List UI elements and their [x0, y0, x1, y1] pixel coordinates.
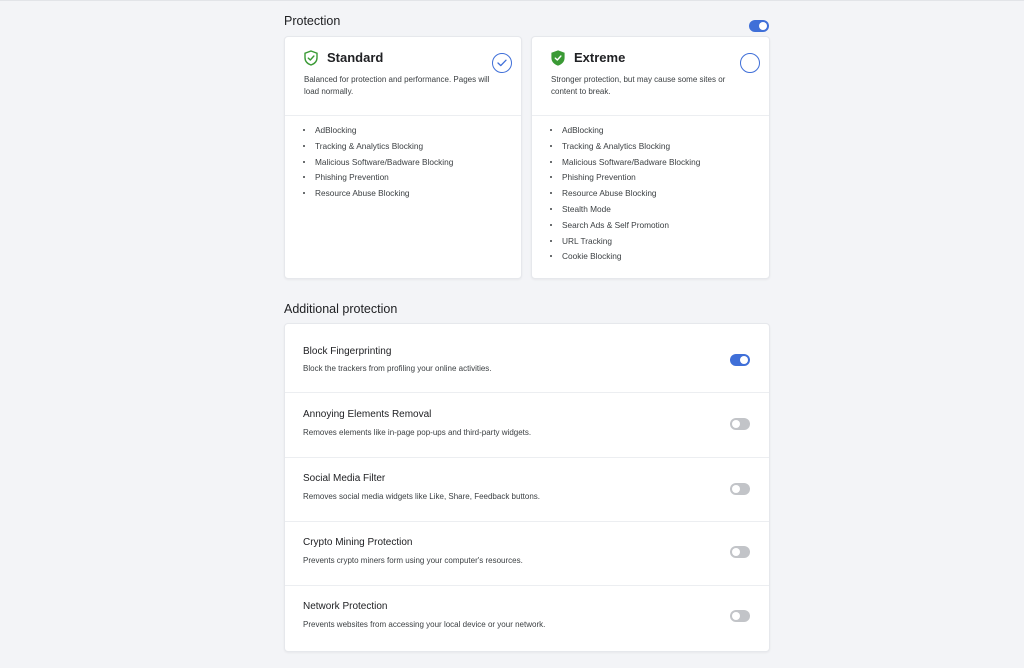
standard-radio[interactable] — [492, 53, 512, 73]
feature-item: Resource Abuse Blocking — [550, 187, 769, 203]
check-icon — [497, 59, 507, 67]
feature-item: AdBlocking — [550, 124, 769, 140]
toggle-knob — [732, 548, 740, 556]
feature-item: Malicious Software/Badware Blocking — [550, 156, 769, 172]
extreme-radio[interactable] — [740, 53, 760, 73]
setting-title: Crypto Mining Protection — [303, 537, 413, 548]
toggle-knob — [740, 356, 748, 364]
card-title: Standard — [327, 50, 384, 65]
setting-title: Social Media Filter — [303, 473, 386, 484]
feature-item: Tracking & Analytics Blocking — [303, 140, 521, 156]
setting-description: Prevents websites from accessing your lo… — [303, 620, 546, 629]
social-media-filter-toggle[interactable] — [730, 483, 750, 495]
feature-list: AdBlocking Tracking & Analytics Blocking… — [285, 116, 521, 203]
card-header: Extreme Stronger protection, but may cau… — [532, 37, 769, 116]
setting-title: Network Protection — [303, 601, 388, 612]
additional-protection-card: Block Fingerprinting Block the trackers … — [284, 323, 770, 652]
protection-card-extreme[interactable]: Extreme Stronger protection, but may cau… — [531, 36, 770, 279]
protection-toggle[interactable] — [749, 20, 769, 32]
feature-list: AdBlocking Tracking & Analytics Blocking… — [532, 116, 769, 266]
card-description: Stronger protection, but may cause some … — [551, 75, 726, 96]
feature-item: URL Tracking — [550, 235, 769, 251]
setting-row-crypto-mining: Crypto Mining Protection Prevents crypto… — [285, 521, 769, 586]
setting-row-annoying-elements: Annoying Elements Removal Removes elemen… — [285, 393, 769, 458]
setting-title: Annoying Elements Removal — [303, 409, 432, 420]
setting-row-block-fingerprinting: Block Fingerprinting Block the trackers … — [285, 329, 769, 393]
toggle-knob — [732, 420, 740, 428]
feature-item: Cookie Blocking — [550, 250, 769, 266]
toggle-knob — [732, 612, 740, 620]
feature-item: Resource Abuse Blocking — [303, 187, 521, 203]
protection-title: Protection — [284, 14, 341, 28]
card-description: Balanced for protection and performance.… — [304, 75, 490, 96]
shield-outline-icon — [304, 50, 318, 66]
protection-card-standard[interactable]: Standard Balanced for protection and per… — [284, 36, 522, 279]
setting-row-network-protection: Network Protection Prevents websites fro… — [285, 585, 769, 649]
feature-item: Phishing Prevention — [550, 171, 769, 187]
block-fingerprinting-toggle[interactable] — [730, 354, 750, 366]
setting-description: Block the trackers from profiling your o… — [303, 364, 492, 373]
setting-row-social-media-filter: Social Media Filter Removes social media… — [285, 457, 769, 522]
setting-description: Removes elements like in-page pop-ups an… — [303, 428, 532, 437]
feature-item: Stealth Mode — [550, 203, 769, 219]
top-divider — [0, 0, 1024, 1]
feature-item: Malicious Software/Badware Blocking — [303, 156, 521, 172]
network-protection-toggle[interactable] — [730, 610, 750, 622]
feature-item: Search Ads & Self Promotion — [550, 219, 769, 235]
feature-item: Phishing Prevention — [303, 171, 521, 187]
feature-item: AdBlocking — [303, 124, 521, 140]
card-header: Standard Balanced for protection and per… — [285, 37, 521, 116]
setting-title: Block Fingerprinting — [303, 346, 392, 357]
setting-description: Removes social media widgets like Like, … — [303, 492, 541, 501]
feature-item: Tracking & Analytics Blocking — [550, 140, 769, 156]
additional-protection-title: Additional protection — [284, 302, 398, 316]
toggle-knob — [732, 485, 740, 493]
shield-filled-icon — [551, 50, 565, 66]
crypto-mining-toggle[interactable] — [730, 546, 750, 558]
card-title: Extreme — [574, 50, 626, 65]
toggle-knob — [759, 22, 767, 30]
setting-description: Prevents crypto miners form using your c… — [303, 556, 523, 565]
annoying-elements-toggle[interactable] — [730, 418, 750, 430]
